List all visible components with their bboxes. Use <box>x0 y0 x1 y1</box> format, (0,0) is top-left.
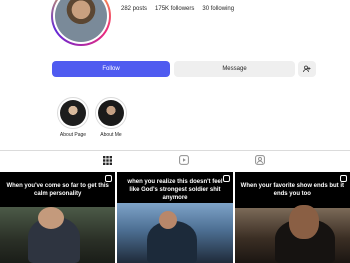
tab-posts[interactable] <box>101 155 113 165</box>
post-caption: when you realize this doesn't feel like … <box>127 179 223 201</box>
highlight-ring <box>95 97 127 129</box>
tab-tagged[interactable] <box>254 155 266 165</box>
suggested-accounts-button[interactable] <box>298 61 316 77</box>
follow-button[interactable]: Follow <box>52 61 170 77</box>
post-caption: When you've come so far to get this calm… <box>6 183 109 197</box>
highlight-ring <box>57 97 89 129</box>
post-photo <box>234 205 350 263</box>
avatar-ring-inner <box>53 0 109 44</box>
tagged-icon <box>255 155 265 165</box>
avatar-image <box>55 0 107 42</box>
post-photo <box>0 207 116 263</box>
tabs-divider <box>0 150 350 151</box>
add-person-icon <box>303 65 311 73</box>
highlight-about-me[interactable]: About Me <box>94 97 128 138</box>
post-figure-head <box>38 207 64 229</box>
post-figure-head <box>288 205 319 239</box>
highlight-cover <box>98 100 124 126</box>
followers-count[interactable]: 175K followers <box>155 6 194 12</box>
following-count[interactable]: 30 following <box>202 6 234 12</box>
reel-indicator-icon <box>339 175 347 182</box>
reel-indicator-icon <box>105 175 113 182</box>
highlight-cover <box>60 100 86 126</box>
profile-avatar[interactable] <box>51 0 111 46</box>
reels-icon <box>179 155 189 165</box>
highlight-label: About Me <box>100 132 122 138</box>
highlight-label: About Page <box>59 132 87 138</box>
posts-grid: When you've come so far to get this calm… <box>0 172 350 263</box>
posts-count: 282 posts <box>121 6 148 12</box>
post-tile[interactable]: When you've come so far to get this calm… <box>0 172 116 263</box>
highlight-about-page[interactable]: About Page <box>56 97 90 138</box>
profile-stats: 282 posts 175K followers 30 following <box>121 6 234 12</box>
post-tile[interactable]: when you realize this doesn't feel like … <box>117 172 233 263</box>
grid-icon <box>102 155 112 165</box>
message-button[interactable]: Message <box>174 61 295 77</box>
post-photo <box>117 203 233 263</box>
post-caption: When your favorite show ends but it ends… <box>240 183 344 197</box>
reel-indicator-icon <box>222 175 230 182</box>
post-tile[interactable]: When your favorite show ends but it ends… <box>234 172 350 263</box>
tab-reels[interactable] <box>178 155 190 165</box>
